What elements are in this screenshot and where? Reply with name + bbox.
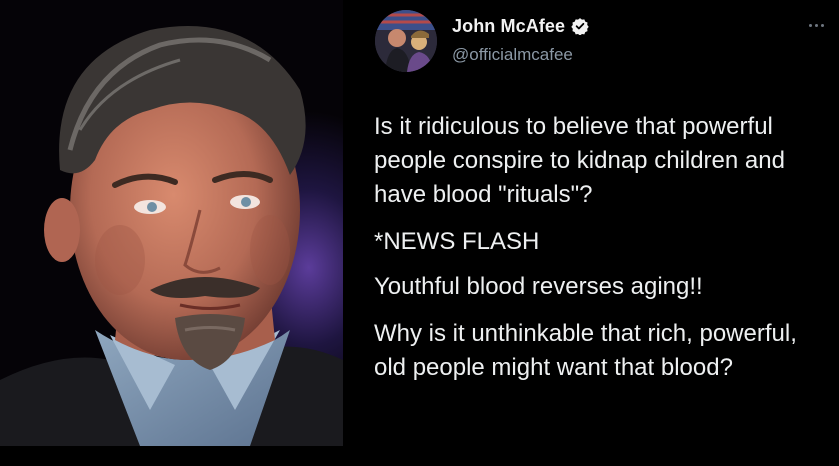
avatar-image: [375, 10, 437, 72]
screenshot-frame: John McAfee @officialmcafee Is it ridicu…: [0, 0, 839, 466]
author-name-row[interactable]: John McAfee: [452, 14, 589, 38]
tweet-paragraph-3: Youthful blood reverses aging!!: [374, 273, 703, 300]
handle[interactable]: @officialmcafee: [452, 45, 573, 65]
avatar[interactable]: [375, 10, 437, 72]
more-horizontal-icon[interactable]: [807, 20, 825, 30]
tweet-paragraph-4: Why is it unthinkable that rich, powerfu…: [374, 320, 804, 381]
bottom-border: [0, 446, 839, 466]
tweet-card: John McAfee @officialmcafee Is it ridicu…: [343, 0, 839, 446]
tweet-paragraph-1: Is it ridiculous to believe that powerfu…: [374, 113, 792, 208]
tweet-text: Is it ridiculous to believe that powerfu…: [374, 110, 834, 398]
portrait-image: [0, 0, 343, 446]
verified-badge-icon: [571, 17, 589, 36]
display-name[interactable]: John McAfee: [452, 16, 565, 37]
portrait-photo: [0, 0, 343, 446]
tweet-paragraph-2: *NEWS FLASH: [374, 228, 540, 255]
